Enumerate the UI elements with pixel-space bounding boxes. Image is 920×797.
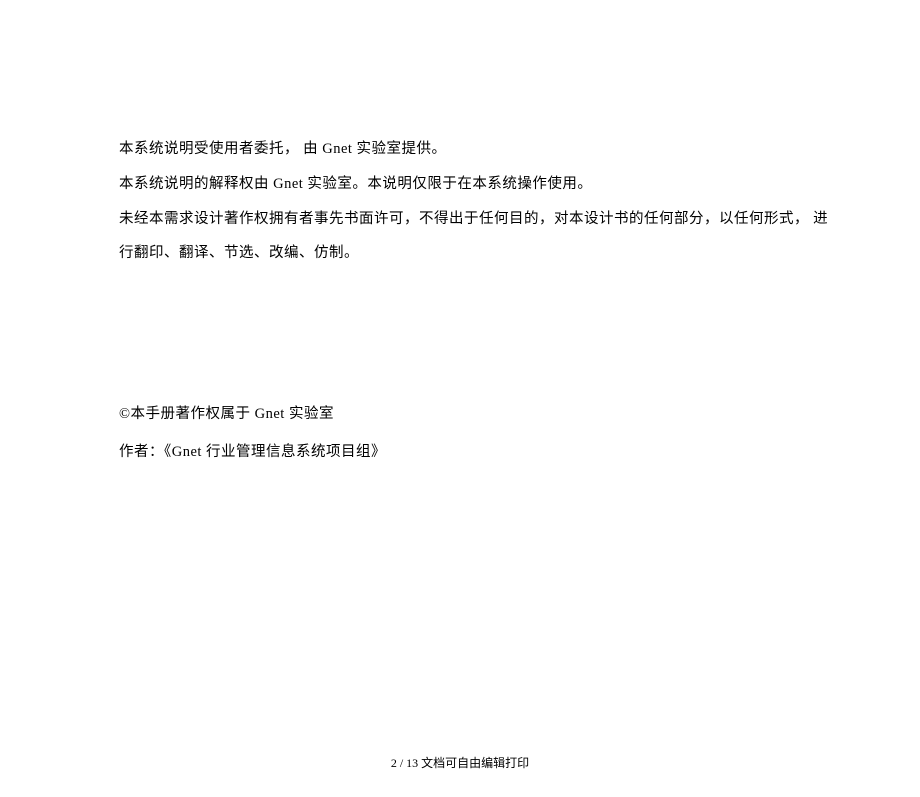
page-footer: 2 / 13 文档可自由编辑打印 (0, 754, 920, 771)
paragraph-3: 未经本需求设计著作权拥有者事先书面许可，不得出于任何目的，对本设计书的任何部分，… (119, 202, 840, 272)
copyright-owner: ©本手册著作权属于 Gnet 实验室 (119, 396, 840, 434)
copyright-block: ©本手册著作权属于 Gnet 实验室 作者：《Gnet 行业管理信息系统项目组》 (119, 396, 840, 471)
paragraph-2: 本系统说明的解释权由 Gnet 实验室。本说明仅限于在本系统操作使用。 (119, 167, 840, 202)
document-content: 本系统说明受使用者委托， 由 Gnet 实验室提供。 本系统说明的解释权由 Gn… (0, 0, 920, 472)
paragraph-1: 本系统说明受使用者委托， 由 Gnet 实验室提供。 (119, 132, 840, 167)
copyright-author: 作者：《Gnet 行业管理信息系统项目组》 (119, 434, 840, 472)
